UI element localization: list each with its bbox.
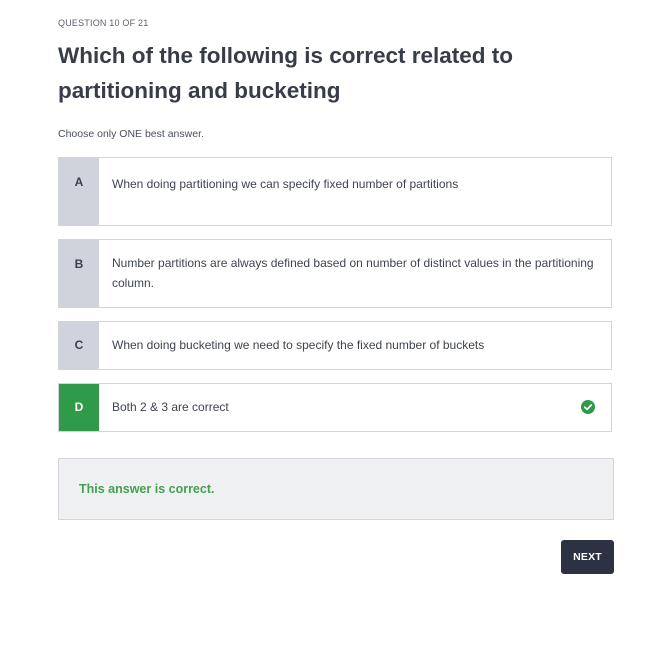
question-counter: QUESTION 10 OF 21 (58, 18, 149, 28)
option-text: When doing bucketing we need to specify … (112, 338, 485, 352)
option-text: Both 2 & 3 are correct (112, 400, 229, 414)
option-letter: B (59, 240, 99, 307)
option-b[interactable]: B Number partitions are always defined b… (58, 239, 612, 308)
option-text: When doing partitioning we can specify f… (112, 177, 459, 191)
option-letter: A (59, 158, 99, 225)
check-circle-icon (581, 400, 595, 414)
option-text: Number partitions are always defined bas… (112, 256, 594, 290)
option-a[interactable]: A When doing partitioning we can specify… (58, 157, 612, 226)
option-d[interactable]: D Both 2 & 3 are correct (58, 383, 612, 432)
option-c[interactable]: C When doing bucketing we need to specif… (58, 321, 612, 370)
feedback-message: This answer is correct. (79, 482, 215, 496)
option-letter: C (59, 322, 99, 369)
feedback-panel: This answer is correct. (58, 458, 614, 520)
next-button[interactable]: NEXT (561, 540, 614, 574)
question-title: Which of the following is correct relate… (58, 43, 514, 103)
option-letter: D (59, 384, 99, 431)
answer-instruction: Choose only ONE best answer. (58, 128, 204, 140)
